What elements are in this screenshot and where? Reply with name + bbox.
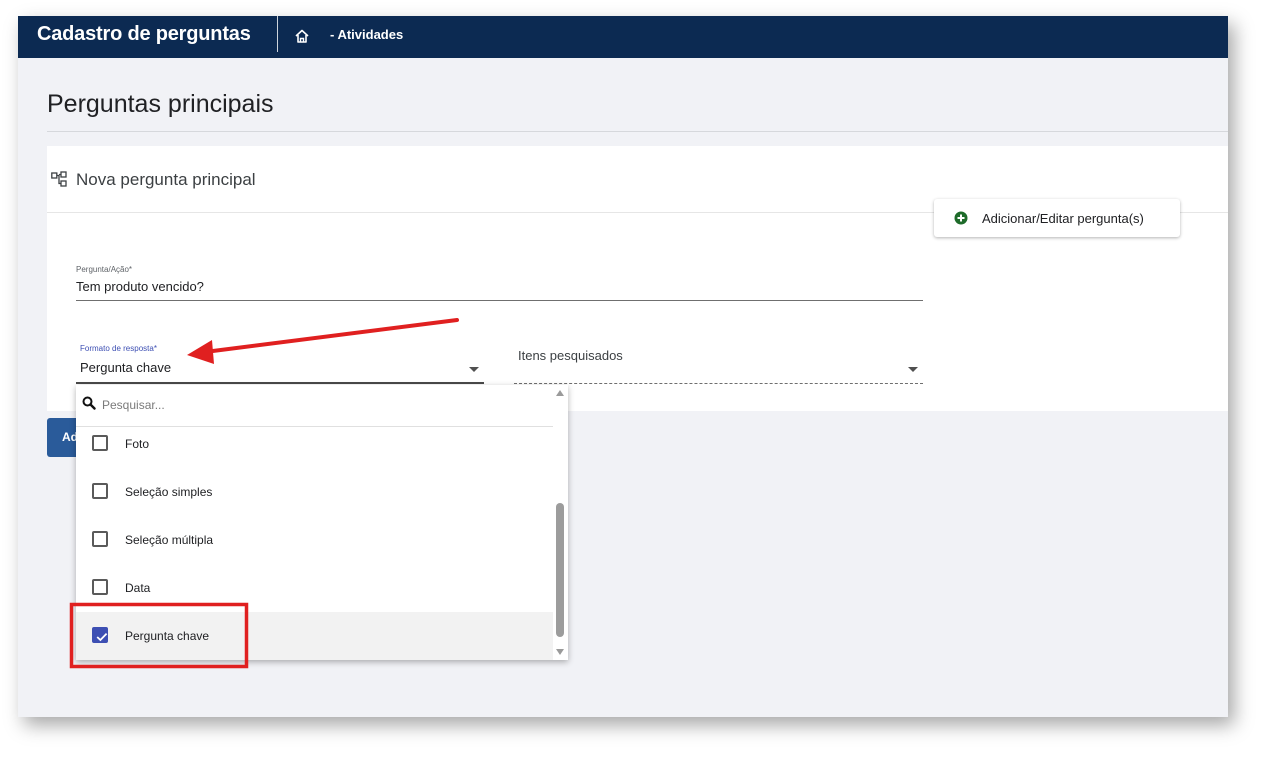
annotation-arrowhead-icon <box>187 340 214 364</box>
annotation-overlay <box>69 318 459 669</box>
annotation-arrow <box>203 318 459 354</box>
annotation-highlight-box <box>69 602 249 669</box>
